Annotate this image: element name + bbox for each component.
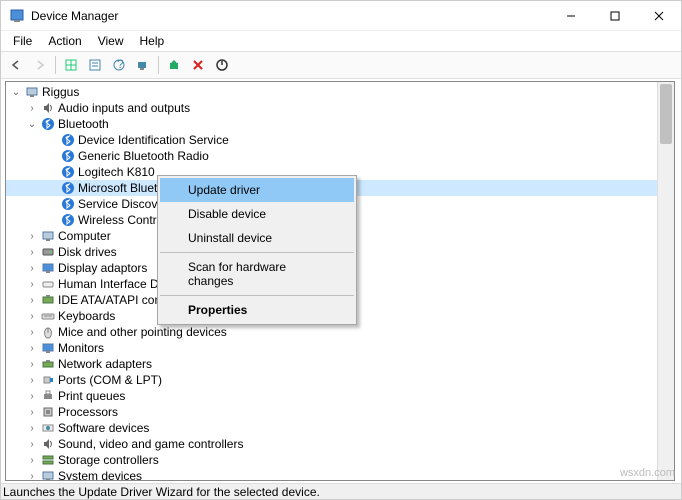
window-title: Device Manager — [31, 9, 549, 23]
status-bar: Launches the Update Driver Wizard for th… — [1, 483, 681, 499]
expand-icon[interactable]: › — [26, 375, 38, 386]
system-icon — [40, 468, 56, 481]
menu-bar: File Action View Help — [1, 31, 681, 51]
bluetooth-icon — [60, 196, 76, 212]
mouse-icon — [40, 324, 56, 340]
expand-icon[interactable]: › — [26, 103, 38, 114]
menu-disable-device[interactable]: Disable device — [160, 202, 354, 226]
vertical-scrollbar[interactable] — [657, 82, 674, 480]
watermark: wsxdn.com — [620, 467, 675, 479]
expand-icon[interactable]: › — [26, 279, 38, 290]
menu-action[interactable]: Action — [42, 32, 87, 50]
minimize-button[interactable] — [549, 1, 593, 31]
help-button[interactable]: ? — [108, 54, 130, 76]
bluetooth-icon — [60, 132, 76, 148]
toolbar-separator — [55, 56, 56, 74]
ide-icon — [40, 292, 56, 308]
printer-icon — [40, 388, 56, 404]
menu-view[interactable]: View — [92, 32, 130, 50]
computer-icon — [24, 84, 40, 100]
expand-icon[interactable]: › — [26, 455, 38, 466]
title-bar: Device Manager — [1, 1, 681, 31]
expand-icon[interactable]: › — [26, 471, 38, 482]
expand-icon[interactable]: › — [26, 263, 38, 274]
properties-button[interactable] — [84, 54, 106, 76]
port-icon — [40, 372, 56, 388]
expand-icon[interactable]: › — [26, 247, 38, 258]
sound-icon — [40, 436, 56, 452]
expand-icon[interactable]: › — [26, 407, 38, 418]
tree-root-label: Riggus — [42, 85, 79, 99]
menu-scan-hardware[interactable]: Scan for hardware changes — [160, 255, 354, 293]
close-button[interactable] — [637, 1, 681, 31]
forward-button[interactable] — [29, 54, 51, 76]
scan-button[interactable] — [132, 54, 154, 76]
category-storage[interactable]: ›Storage controllers — [6, 452, 674, 468]
display-icon — [40, 260, 56, 276]
expand-icon[interactable]: › — [26, 231, 38, 242]
expand-icon[interactable]: › — [26, 295, 38, 306]
audio-icon — [40, 100, 56, 116]
category-software[interactable]: ›Software devices — [6, 420, 674, 436]
context-menu: Update driver Disable device Uninstall d… — [157, 175, 357, 325]
category-monitors[interactable]: ›Monitors — [6, 340, 674, 356]
category-ports[interactable]: ›Ports (COM & LPT) — [6, 372, 674, 388]
device-item[interactable]: Device Identification Service — [6, 132, 674, 148]
storage-icon — [40, 452, 56, 468]
app-icon — [9, 8, 25, 24]
status-text: Launches the Update Driver Wizard for th… — [3, 485, 320, 499]
expand-icon[interactable]: › — [26, 327, 38, 338]
update-driver-button[interactable] — [163, 54, 185, 76]
expand-icon[interactable]: › — [26, 423, 38, 434]
expand-icon[interactable]: › — [26, 439, 38, 450]
menu-update-driver[interactable]: Update driver — [160, 178, 354, 202]
bluetooth-icon — [40, 116, 56, 132]
expand-icon[interactable]: › — [26, 391, 38, 402]
back-button[interactable] — [5, 54, 27, 76]
svg-text:?: ? — [117, 58, 124, 71]
show-hide-tree-button[interactable] — [60, 54, 82, 76]
expand-icon[interactable]: › — [26, 343, 38, 354]
category-network[interactable]: ›Network adapters — [6, 356, 674, 372]
bluetooth-icon — [60, 148, 76, 164]
bluetooth-icon — [60, 164, 76, 180]
maximize-button[interactable] — [593, 1, 637, 31]
disable-button[interactable] — [211, 54, 233, 76]
network-icon — [40, 356, 56, 372]
menu-uninstall-device[interactable]: Uninstall device — [160, 226, 354, 250]
menu-file[interactable]: File — [7, 32, 38, 50]
category-bluetooth[interactable]: ⌄ Bluetooth — [6, 116, 674, 132]
monitor-icon — [40, 340, 56, 356]
expand-icon[interactable]: › — [26, 359, 38, 370]
cpu-icon — [40, 404, 56, 420]
expand-icon[interactable]: › — [26, 311, 38, 322]
toolbar: ? — [1, 51, 681, 79]
menu-help[interactable]: Help — [134, 32, 171, 50]
tree-root[interactable]: ⌄ Riggus — [6, 84, 674, 100]
software-icon — [40, 420, 56, 436]
category-audio[interactable]: › Audio inputs and outputs — [6, 100, 674, 116]
category-system[interactable]: ›System devices — [6, 468, 674, 481]
menu-separator — [160, 295, 354, 296]
hid-icon — [40, 276, 56, 292]
keyboard-icon — [40, 308, 56, 324]
category-processors[interactable]: ›Processors — [6, 404, 674, 420]
bluetooth-icon — [60, 180, 76, 196]
category-mice[interactable]: ›Mice and other pointing devices — [6, 324, 674, 340]
disk-icon — [40, 244, 56, 260]
uninstall-button[interactable] — [187, 54, 209, 76]
category-print[interactable]: ›Print queues — [6, 388, 674, 404]
menu-properties[interactable]: Properties — [160, 298, 354, 322]
collapse-icon[interactable]: ⌄ — [10, 87, 22, 98]
computer-icon — [40, 228, 56, 244]
category-sound[interactable]: ›Sound, video and game controllers — [6, 436, 674, 452]
menu-separator — [160, 252, 354, 253]
bluetooth-icon — [60, 212, 76, 228]
device-item[interactable]: Generic Bluetooth Radio — [6, 148, 674, 164]
toolbar-separator — [158, 56, 159, 74]
collapse-icon[interactable]: ⌄ — [26, 119, 38, 130]
